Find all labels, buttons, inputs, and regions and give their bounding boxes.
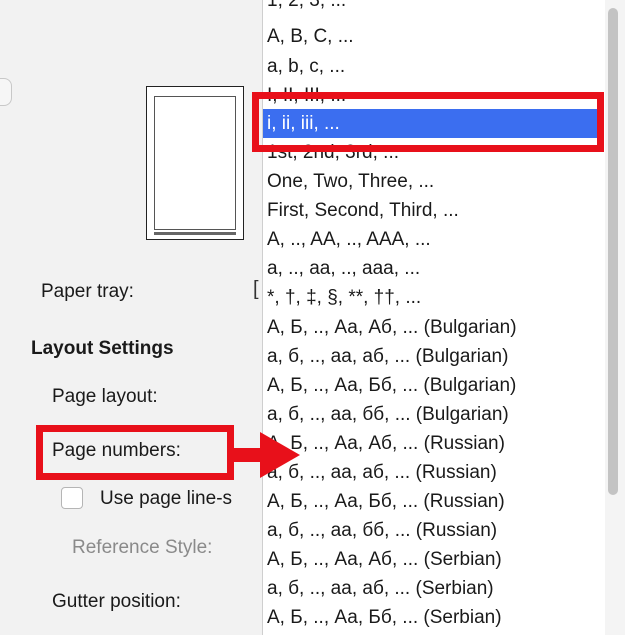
dropdown-option[interactable]: 1, 2, 3, ... <box>263 0 598 15</box>
dropdown-option[interactable]: а, б, .., аа, аб, ... (Bulgarian) <box>263 342 598 371</box>
dropdown-option[interactable]: a, .., aa, .., aaa, ... <box>263 254 598 283</box>
dropdown-option[interactable]: а, б, .., аа, бб, ... (Russian) <box>263 516 598 545</box>
dropdown-option[interactable]: А, Б, .., Аа, Бб, ... (Russian) <box>263 487 598 516</box>
use-page-line-spacing-label: Use page line-s <box>100 488 233 509</box>
use-page-line-spacing-checkbox[interactable] <box>61 487 83 509</box>
dropdown-option[interactable]: A, .., AA, .., AAA, ... <box>263 225 598 254</box>
dropdown-option[interactable]: 1st, 2nd, 3rd, ... <box>263 138 598 167</box>
dropdown-option[interactable]: a, b, c, ... <box>263 52 598 81</box>
dropdown-option[interactable]: а, б, .., аа, аб, ... (Russian) <box>263 458 598 487</box>
reference-style-label: Reference Style: <box>72 537 213 558</box>
layout-settings-heading: Layout Settings <box>31 338 174 359</box>
dropdown-option[interactable]: А, Б, .., Аа, Бб, ... (Serbian) <box>263 603 598 632</box>
paper-tray-label: Paper tray: <box>41 281 134 302</box>
dropdown-option[interactable]: А, Б, .., Аа, Аб, ... (Bulgarian) <box>263 313 598 342</box>
dropdown-option[interactable]: A, B, C, ... <box>263 22 598 51</box>
gutter-position-label: Gutter position: <box>52 591 181 612</box>
dropdown-option[interactable]: а, б, .., аа, бб, ... (Bulgarian) <box>263 400 598 429</box>
dropdown-scrollbar[interactable] <box>605 0 625 635</box>
dropdown-option[interactable]: А, Б, .., Аа, Аб, ... (Russian) <box>263 429 598 458</box>
dropdown-option[interactable]: А, Б, .., Аа, Бб, ... (Bulgarian) <box>263 371 598 400</box>
page-style-dialog: Paper tray: [ Layout Settings Page layou… <box>0 0 625 635</box>
page-preview-sheet <box>154 96 236 235</box>
panel-edge-handle <box>0 78 12 106</box>
dropdown-option[interactable]: First, Second, Third, ... <box>263 196 598 225</box>
dropdown-option-selected[interactable]: i, ii, iii, ... <box>263 109 598 138</box>
dropdown-option[interactable]: One, Two, Three, ... <box>263 167 598 196</box>
dropdown-option[interactable]: I, II, III, ... <box>263 81 598 110</box>
page-layout-label: Page layout: <box>52 386 158 407</box>
page-numbers-label: Page numbers: <box>52 440 181 461</box>
dropdown-option[interactable]: *, †, ‡, §, **, ††, ... <box>263 283 598 312</box>
dropdown-option[interactable]: а, б, .., аа, аб, ... (Serbian) <box>263 574 598 603</box>
page-numbers-dropdown-list[interactable]: 1, 2, 3, ... A, B, C, ... a, b, c, ... I… <box>262 0 606 635</box>
red-arrow-icon <box>232 432 300 478</box>
page-preview <box>146 86 244 240</box>
paper-tray-select-edge[interactable]: [ <box>253 278 259 301</box>
dropdown-scroll-thumb[interactable] <box>608 8 618 495</box>
dropdown-option[interactable]: А, Б, .., Аа, Аб, ... (Serbian) <box>263 545 598 574</box>
